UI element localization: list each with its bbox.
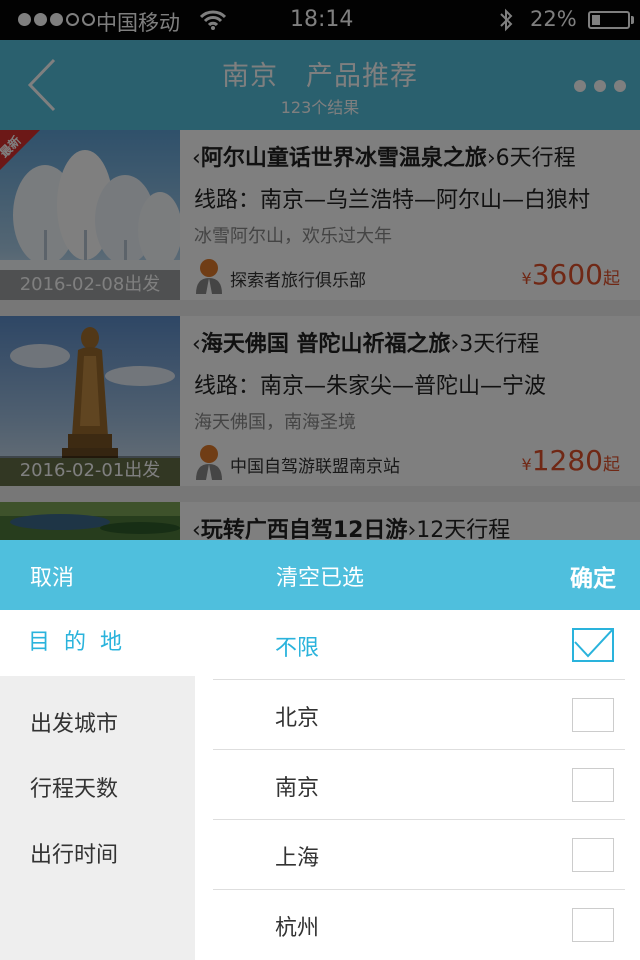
checkbox[interactable] [572,698,614,732]
option-shanghai[interactable]: 上海 [213,820,625,890]
option-beijing[interactable]: 北京 [213,680,625,750]
clear-selection-wrapper: 清空已选 [0,560,640,592]
option-label: 南京 [275,776,320,801]
filter-sheet: 取消 清空已选 确定 目的地 出发城市 行程天数 出行时间 不限 北京 南京 上… [0,540,640,960]
category-destination[interactable]: 目的地 [0,610,195,676]
checkbox[interactable] [572,768,614,802]
category-departure-city[interactable]: 出发城市 [0,692,195,758]
option-label: 上海 [275,846,320,871]
cancel-button[interactable]: 取消 [30,560,74,592]
category-travel-time[interactable]: 出行时间 [0,823,195,889]
checkbox-checked[interactable] [572,628,614,662]
confirm-button[interactable]: 确定 [570,559,616,593]
checkbox[interactable] [572,838,614,872]
option-nanjing[interactable]: 南京 [213,750,625,820]
clear-selection-button[interactable]: 清空已选 [276,566,364,591]
option-hangzhou[interactable]: 杭州 [213,890,625,960]
option-label: 不限 [275,636,320,661]
option-unlimited[interactable]: 不限 [213,610,625,680]
filter-category-list: 目的地 出发城市 行程天数 出行时间 [0,610,195,960]
option-label: 北京 [275,706,320,731]
category-trip-days[interactable]: 行程天数 [0,757,195,823]
checkbox[interactable] [572,908,614,942]
filter-option-list: 不限 北京 南京 上海 杭州 [195,610,640,960]
modal-overlay[interactable] [0,0,640,540]
option-label: 杭州 [275,916,320,941]
filter-toolbar: 取消 清空已选 确定 [0,540,640,610]
